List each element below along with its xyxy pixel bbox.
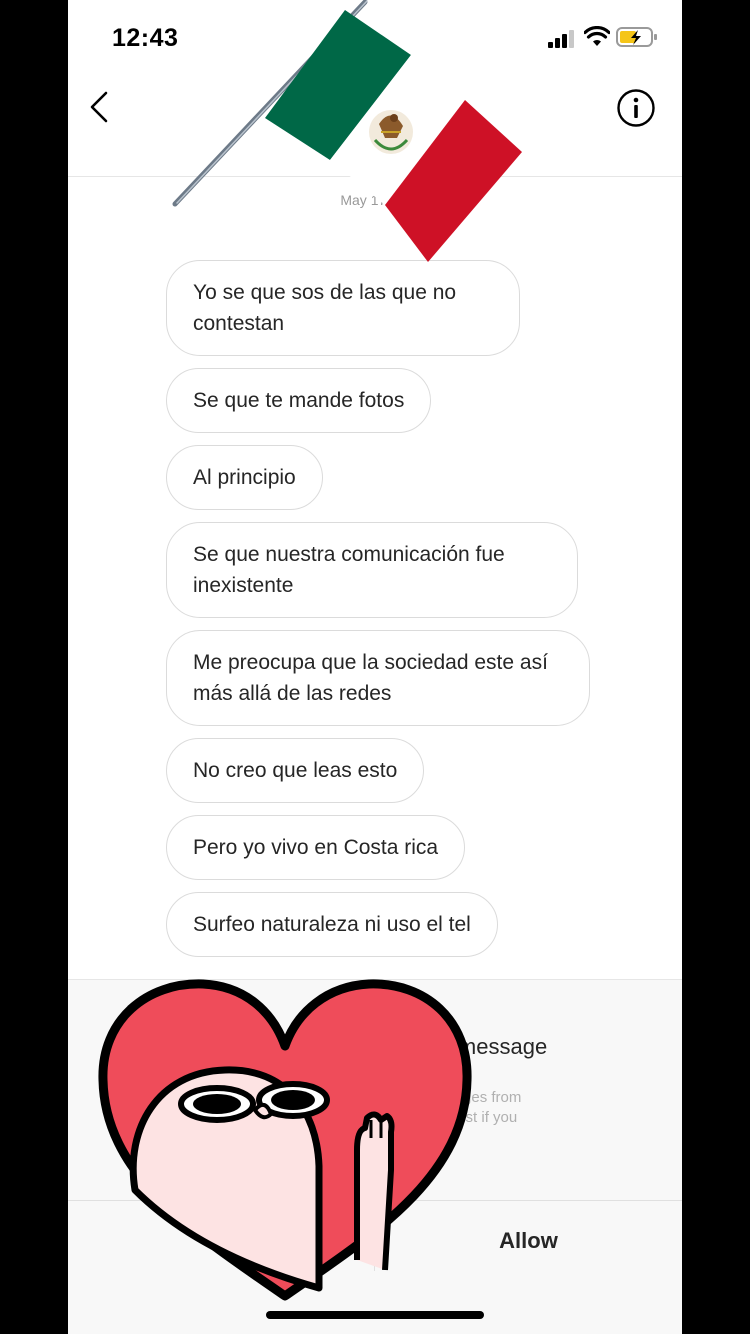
message-bubble[interactable]: Se que te mande fotos: [166, 368, 432, 433]
home-indicator: [266, 1311, 484, 1319]
heart-character-sticker: [98, 979, 472, 1301]
message-bubble[interactable]: Se que nuestra comunicación fue inexiste…: [166, 522, 578, 618]
cellular-signal-icon: [548, 30, 574, 48]
message-bubble[interactable]: Me preocupa que la sociedad este así más…: [166, 630, 590, 726]
message-bubble[interactable]: Surfeo naturaleza ni uso el tel: [166, 892, 498, 957]
chevron-left-icon[interactable]: [86, 90, 116, 124]
info-icon[interactable]: [616, 88, 656, 128]
message-bubble[interactable]: Yo se que sos de las que no contestan: [166, 260, 520, 356]
mexico-flag-sticker: [172, 0, 522, 262]
message-bubble[interactable]: Al principio: [166, 445, 323, 510]
message-thread: Yo se que sos de las que no contestan Se…: [166, 260, 646, 969]
wifi-icon: [584, 26, 610, 46]
coat-of-arms-icon: [369, 110, 413, 154]
message-bubble[interactable]: Pero yo vivo en Costa rica: [166, 815, 466, 880]
battery-charging-icon: [616, 27, 657, 47]
message-bubble[interactable]: No creo que leas esto: [166, 738, 425, 803]
